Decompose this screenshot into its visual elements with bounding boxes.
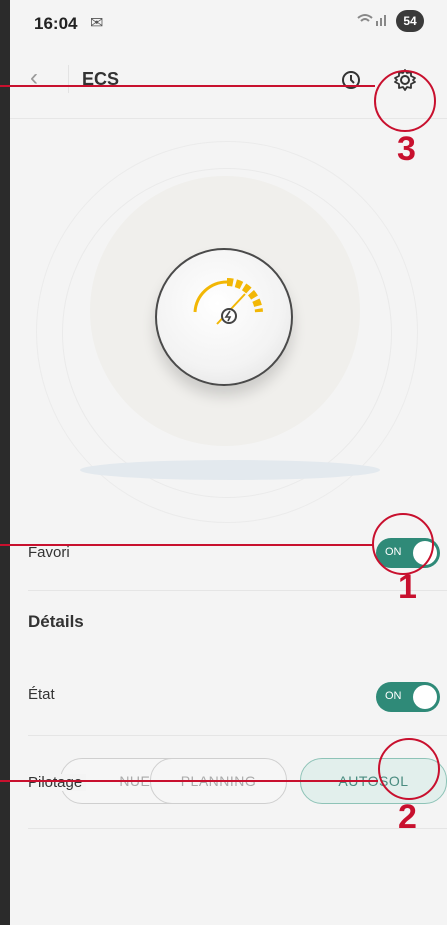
mail-notification-icon: ✉: [90, 15, 104, 32]
annotation-line-1: [0, 544, 373, 546]
details-heading: Détails: [28, 612, 84, 631]
device-frame-edge: [0, 0, 10, 925]
status-time: 16:04: [34, 14, 78, 33]
history-icon[interactable]: [340, 69, 362, 96]
divider: [28, 735, 447, 736]
annotation-number-1: 1: [398, 568, 417, 606]
wifi-signal-icon: [356, 12, 388, 32]
arrow-left-icon[interactable]: ‹: [30, 65, 56, 91]
toggle-knob: [413, 685, 437, 709]
state-label: État: [28, 686, 55, 703]
annotation-number-3: 3: [397, 130, 416, 168]
divider: [28, 590, 447, 591]
annotation-number-2: 2: [398, 798, 417, 836]
app-screen: 16:04 ✉ 54 ‹ ECS Favori ON Détails État …: [10, 0, 447, 925]
appbar-divider: [68, 65, 69, 93]
annotation-line-3: [0, 85, 375, 87]
device-illustration: [10, 120, 447, 523]
pilotage-label: Pilotage: [28, 774, 87, 791]
gauge-icon: [193, 277, 263, 325]
divider: [28, 828, 447, 829]
state-toggle-text: ON: [385, 690, 402, 702]
annotation-line-2: [0, 780, 378, 782]
ecs-device-image: [155, 248, 293, 386]
annotation-circle-2: [378, 738, 440, 800]
battery-indicator: 54: [396, 10, 424, 32]
status-bar: 16:04 ✉ 54: [10, 0, 447, 44]
state-toggle[interactable]: ON: [376, 682, 440, 712]
favorite-label: Favori: [28, 544, 70, 561]
state-row: État ON: [10, 662, 447, 732]
shadow-reflection: [80, 460, 380, 480]
annotation-circle-3: [374, 70, 436, 132]
annotation-circle-1: [372, 513, 434, 575]
